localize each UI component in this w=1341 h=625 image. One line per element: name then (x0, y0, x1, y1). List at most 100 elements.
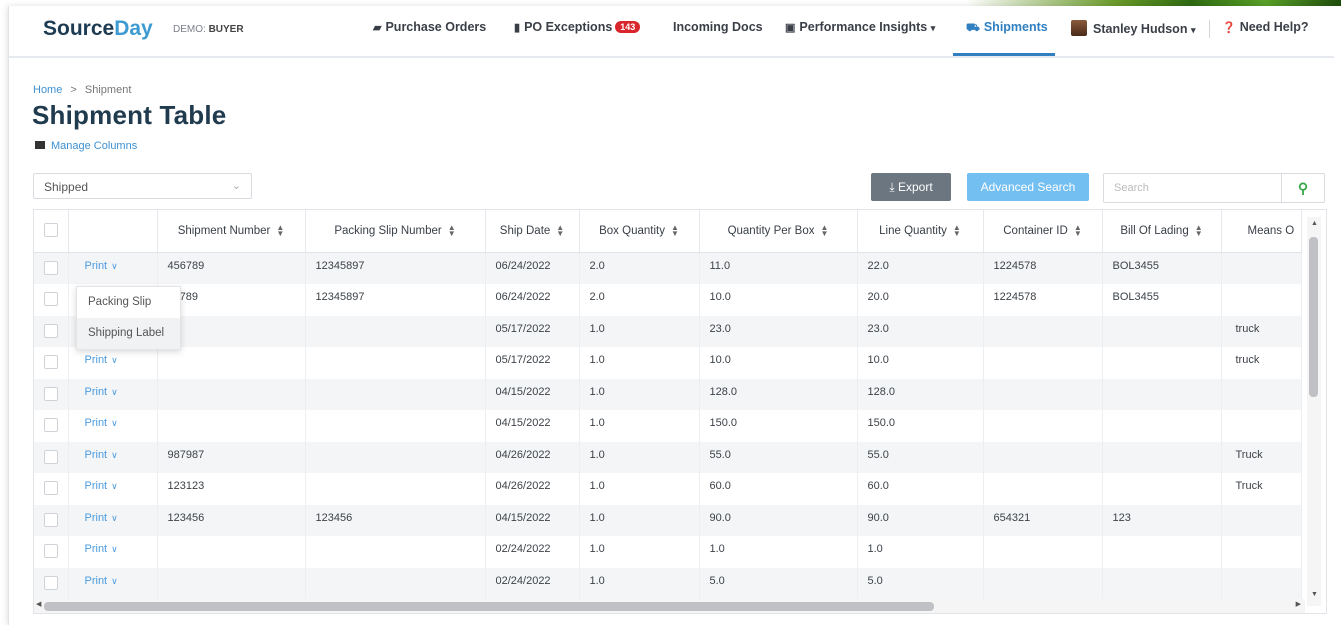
table-row[interactable]: Print ∨ 04/15/2022 1.0 150.0 150.0 (34, 410, 1302, 442)
print-dropdown-button[interactable]: Print ∨ (79, 354, 118, 366)
row-checkbox[interactable] (34, 504, 69, 536)
table-cell (305, 441, 486, 473)
select-all-checkbox[interactable] (34, 210, 69, 253)
table-cell: 60.0 (699, 473, 858, 505)
table-row[interactable]: Print ∨ 123456 123456 04/15/2022 1.0 90.0 90.0 6… (34, 504, 1302, 536)
chevron-down-icon: ∨ (111, 449, 118, 460)
breadcrumb-home[interactable]: Home (33, 84, 62, 96)
print-dropdown-button[interactable]: Print ∨ (79, 480, 118, 492)
row-checkbox[interactable] (34, 378, 69, 410)
table-cell (157, 347, 306, 379)
app-window: SourceDay DEMO: BUYER ▰ Purchase Orders ▮… (8, 6, 1341, 625)
row-checkbox[interactable] (34, 441, 69, 473)
row-actions: Print ∨ (68, 536, 158, 568)
col-header[interactable]: Bill Of Lading ▲ ▼ (1102, 210, 1222, 253)
table-cell (1221, 410, 1302, 442)
scroll-thumb[interactable] (44, 602, 934, 611)
print-dropdown-button[interactable]: Print ∨ (79, 260, 118, 272)
col-header[interactable]: Ship Date ▲ ▼ (485, 210, 580, 253)
search-icon[interactable]: ⚲ (1281, 174, 1324, 202)
nav-incoming-docs[interactable]: Incoming Docs (673, 20, 763, 34)
table-row[interactable]: 05/17/2022 1.0 23.0 23.0 truck (34, 315, 1302, 347)
table-cell: 128.0 (857, 378, 984, 410)
table-cell: 22.0 (857, 252, 984, 284)
col-header[interactable]: Shipment Number ▲ ▼ (157, 210, 306, 253)
nav-purchase-orders[interactable]: ▰ Purchase Orders (373, 20, 486, 34)
scroll-thumb[interactable] (1309, 237, 1318, 397)
vertical-scrollbar[interactable]: ▲ ▼ (1307, 217, 1321, 606)
user-menu[interactable]: Stanley Hudson ▾ (1071, 20, 1195, 36)
table-row[interactable]: Print ∨ 456789 12345897 06/24/2022 2.0 11.0 22.… (34, 252, 1302, 284)
scroll-down-icon[interactable]: ▼ (1311, 591, 1318, 598)
col-header[interactable]: Container ID ▲ ▼ (983, 210, 1103, 253)
table-cell: 1.0 (857, 536, 984, 568)
row-checkbox[interactable] (34, 315, 69, 347)
table-row[interactable]: Print ∨ 02/24/2022 1.0 1.0 1.0 (34, 536, 1302, 568)
print-dropdown-button[interactable]: Print ∨ (79, 543, 118, 555)
row-checkbox[interactable] (34, 536, 69, 568)
manage-columns-link[interactable]: Manage Columns (35, 140, 137, 152)
sourceday-logo[interactable]: SourceDay (43, 17, 153, 41)
print-dropdown-button[interactable]: Print ∨ (79, 417, 118, 429)
table-row[interactable]: Print ∨ 123123 04/26/2022 1.0 60.0 60.0 Truck (34, 473, 1302, 505)
avatar (1071, 20, 1087, 36)
row-actions: Print ∨ (68, 441, 158, 473)
print-dropdown-button[interactable]: Print ∨ (79, 449, 118, 461)
horizontal-scrollbar[interactable]: ◀ ▶ (34, 599, 1305, 613)
col-header[interactable]: Means O (1221, 210, 1302, 253)
sort-icon: ▲ ▼ (1194, 222, 1203, 238)
col-header[interactable]: Packing Slip Number ▲ ▼ (305, 210, 486, 253)
page-title: Shipment Table (32, 100, 227, 130)
print-dropdown-button[interactable]: Print ∨ (79, 512, 118, 524)
scroll-left-icon[interactable]: ◀ (36, 600, 41, 608)
table-row[interactable]: Print ∨ 02/24/2022 1.0 5.0 5.0 (34, 567, 1302, 599)
nav-performance-insights[interactable]: ▣ Performance Insights ▾ (785, 20, 935, 34)
advanced-search-button[interactable]: Advanced Search (967, 173, 1089, 201)
row-checkbox[interactable] (34, 567, 69, 599)
sort-icon: ▲ ▼ (1073, 222, 1082, 238)
book-icon: ▰ (373, 22, 382, 34)
table-cell: 90.0 (857, 504, 984, 536)
print-dropdown-menu: Packing Slip Shipping Label (76, 286, 181, 350)
col-header[interactable]: Quantity Per Box ▲ ▼ (699, 210, 858, 253)
table-row[interactable]: Print ∨ 987987 04/26/2022 1.0 55.0 55.0 Truck (34, 441, 1302, 473)
print-dropdown-button[interactable]: Print ∨ (79, 386, 118, 398)
chevron-down-icon: ∨ (111, 512, 118, 523)
table-cell: 1.0 (579, 441, 700, 473)
scroll-up-icon[interactable]: ▲ (1311, 220, 1318, 227)
table-cell: 654321 (983, 504, 1103, 536)
table-row[interactable]: 6789 12345897 06/24/2022 2.0 10.0 20.0 1224578… (34, 284, 1302, 316)
menu-item-packing-slip[interactable]: Packing Slip (77, 287, 180, 318)
row-checkbox[interactable] (34, 284, 69, 316)
menu-item-shipping-label[interactable]: Shipping Label (77, 318, 180, 349)
col-header[interactable]: Box Quantity ▲ ▼ (579, 210, 700, 253)
col-header[interactable]: Line Quantity ▲ ▼ (857, 210, 984, 253)
chevron-down-icon: ∨ (111, 261, 118, 271)
row-checkbox[interactable] (34, 252, 69, 284)
nav-need-help[interactable]: ❓ Need Help? (1222, 20, 1308, 34)
search-input[interactable] (1104, 174, 1282, 202)
table-cell: 1.0 (579, 473, 700, 505)
table-row[interactable]: Print ∨ 04/15/2022 1.0 128.0 128.0 (34, 378, 1302, 410)
scroll-right-icon[interactable]: ▶ (1296, 600, 1301, 608)
table-row[interactable]: Print ∨ 05/17/2022 1.0 10.0 10.0 truck (34, 347, 1302, 379)
nav-po-exceptions[interactable]: ▮ PO Exceptions 143 (514, 20, 641, 34)
print-dropdown-button[interactable]: Print ∨ (79, 575, 118, 587)
table-cell: 90.0 (699, 504, 858, 536)
table-cell (305, 315, 486, 347)
status-filter-select[interactable]: Shipped ⌄ (33, 173, 252, 199)
table-cell: 04/26/2022 (485, 473, 580, 505)
row-actions: Print ∨ (68, 378, 158, 410)
table-cell (983, 536, 1103, 568)
row-checkbox[interactable] (34, 410, 69, 442)
table-cell: 60.0 (857, 473, 984, 505)
table-cell (1102, 473, 1222, 505)
export-button[interactable]: ⤓ Export (871, 173, 951, 201)
row-actions: Print ∨ (68, 504, 158, 536)
row-checkbox[interactable] (34, 347, 69, 379)
nav-shipments[interactable]: ⛟ Shipments (966, 20, 1048, 36)
table-cell: 06/24/2022 (485, 252, 580, 284)
table-cell (1102, 410, 1222, 442)
row-checkbox[interactable] (34, 473, 69, 505)
table-cell: 10.0 (857, 347, 984, 379)
